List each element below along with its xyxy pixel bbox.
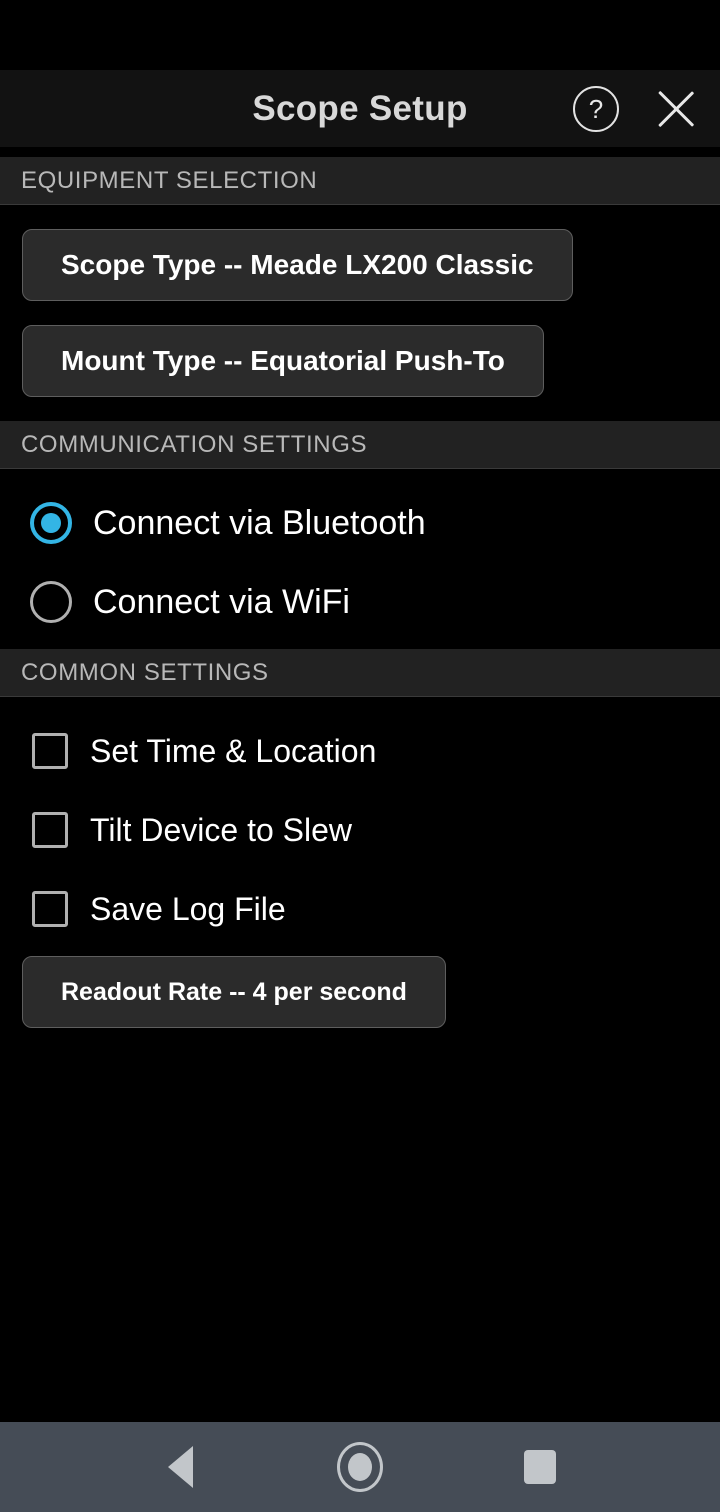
scope-type-row: Scope Type -- Meade LX200 Classic: [0, 229, 720, 301]
nav-back-button[interactable]: [135, 1422, 225, 1512]
tilt-device-to-slew-row[interactable]: Tilt Device to Slew: [0, 790, 720, 869]
close-button[interactable]: [652, 85, 700, 133]
connect-bluetooth-radio[interactable]: [30, 501, 72, 544]
mount-type-button[interactable]: Mount Type -- Equatorial Push-To: [22, 325, 544, 397]
title-actions: ?: [572, 70, 700, 147]
section-header-equipment: EQUIPMENT SELECTION: [0, 157, 720, 205]
readout-rate-button[interactable]: Readout Rate -- 4 per second: [22, 956, 446, 1028]
home-circle-icon: [337, 1442, 383, 1492]
radio-dot-icon: [41, 512, 61, 533]
status-bar: [0, 0, 720, 70]
connect-bluetooth-label: Connect via Bluetooth: [93, 503, 426, 542]
recents-square-icon: [524, 1450, 556, 1484]
section-header-common: COMMON SETTINGS: [0, 649, 720, 697]
nav-recents-button[interactable]: [495, 1422, 585, 1512]
home-circle-inner-icon: [348, 1453, 372, 1481]
nav-home-button[interactable]: [315, 1422, 405, 1512]
connect-wifi-radio[interactable]: [30, 580, 72, 623]
readout-rate-row: Readout Rate -- 4 per second: [0, 956, 720, 1028]
android-navigation-bar: [0, 1422, 720, 1512]
back-triangle-icon: [167, 1446, 193, 1488]
tilt-device-to-slew-label: Tilt Device to Slew: [90, 811, 352, 848]
save-log-file-label: Save Log File: [90, 890, 286, 927]
set-time-location-row[interactable]: Set Time & Location: [0, 711, 720, 790]
tilt-device-to-slew-checkbox[interactable]: [32, 811, 68, 848]
save-log-file-checkbox[interactable]: [32, 890, 68, 927]
close-x-icon: [655, 88, 697, 130]
set-time-location-label: Set Time & Location: [90, 732, 377, 769]
section-header-common-label: COMMON SETTINGS: [21, 658, 269, 686]
connect-wifi-row[interactable]: Connect via WiFi: [0, 562, 720, 641]
section-header-communication: COMMUNICATION SETTINGS: [0, 421, 720, 469]
scope-setup-screen: Scope Setup ? EQUIPMENT SELECTION Scope …: [0, 0, 720, 1512]
set-time-location-checkbox[interactable]: [32, 732, 68, 769]
help-button[interactable]: ?: [572, 85, 620, 133]
connect-wifi-label: Connect via WiFi: [93, 582, 350, 621]
section-header-communication-label: COMMUNICATION SETTINGS: [21, 430, 368, 458]
help-circle-icon: ?: [573, 85, 619, 132]
title-divider: [0, 147, 720, 157]
save-log-file-row[interactable]: Save Log File: [0, 869, 720, 948]
section-header-equipment-label: EQUIPMENT SELECTION: [21, 166, 318, 194]
page-title: Scope Setup: [252, 89, 468, 128]
scope-type-button[interactable]: Scope Type -- Meade LX200 Classic: [22, 229, 573, 301]
connect-bluetooth-row[interactable]: Connect via Bluetooth: [0, 483, 720, 562]
mount-type-row: Mount Type -- Equatorial Push-To: [0, 325, 720, 397]
settings-content: EQUIPMENT SELECTION Scope Type -- Meade …: [0, 157, 720, 1422]
title-bar: Scope Setup ?: [0, 70, 720, 147]
